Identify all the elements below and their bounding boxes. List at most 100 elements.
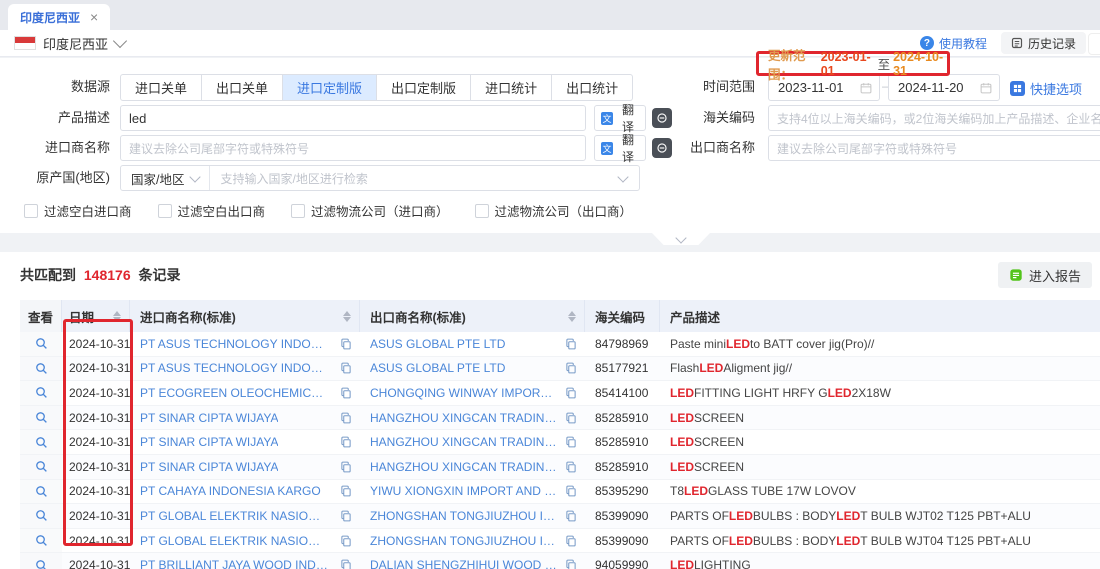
country-selector[interactable]: 印度尼西亚 <box>43 34 108 53</box>
copy-icon[interactable] <box>565 510 577 522</box>
importer-cell: PT GLOBAL ELEKTRIK NASIONAL <box>130 504 360 528</box>
view-magnifier-icon <box>35 436 48 449</box>
importer-link[interactable]: PT BRILLIANT JAYA WOOD INDUSTRY <box>140 558 328 569</box>
importer-link[interactable]: PT ECOGREEN OLEOCHEMICALS <box>140 386 328 400</box>
copy-icon[interactable] <box>565 412 577 424</box>
exporter-input[interactable] <box>768 135 1100 161</box>
date-start-input[interactable] <box>769 80 860 95</box>
importer-link[interactable]: PT SINAR CIPTA WIJAYA <box>140 460 278 474</box>
importer-link[interactable]: PT SINAR CIPTA WIJAYA <box>140 435 278 449</box>
data-source-option-1[interactable]: 出口关单 <box>202 74 283 101</box>
exporter-link[interactable]: YIWU XIONGXIN IMPORT AND EXPORT... <box>370 484 558 498</box>
data-source-option-2[interactable]: 进口定制版 <box>283 74 377 101</box>
checkbox-icon[interactable] <box>158 204 172 218</box>
view-button[interactable] <box>20 357 62 381</box>
importer-link[interactable]: PT ASUS TECHNOLOGY INDONESIA BA... <box>140 337 328 351</box>
exporter-link[interactable]: ZHONGSHAN TONGJIUZHOU INTERNA... <box>370 534 558 548</box>
importer-link[interactable]: PT CAHAYA INDONESIA KARGO <box>140 484 321 498</box>
view-button[interactable] <box>20 381 62 405</box>
copy-icon[interactable] <box>565 387 577 399</box>
view-button[interactable] <box>20 332 62 356</box>
copy-icon[interactable] <box>565 338 577 350</box>
view-button[interactable] <box>20 480 62 504</box>
checkbox-label: 过滤空白进口商 <box>44 201 132 220</box>
filter-checkbox-1[interactable]: 过滤空白出口商 <box>158 201 266 220</box>
view-button[interactable] <box>20 553 62 569</box>
history-button[interactable]: 历史记录 <box>1001 32 1086 54</box>
exporter-link[interactable]: HANGZHOU XINGCAN TRADING CO LTD <box>370 411 558 425</box>
translate-button-product[interactable]: 文 翻译 <box>594 105 646 131</box>
sort-icon[interactable] <box>343 311 351 322</box>
importer-input[interactable] <box>120 135 586 161</box>
checkbox-icon[interactable] <box>24 204 38 218</box>
tutorial-link[interactable]: ? 使用教程 <box>920 35 987 52</box>
filter-checkbox-0[interactable]: 过滤空白进口商 <box>24 201 132 220</box>
checkbox-icon[interactable] <box>475 204 489 218</box>
data-source-option-3[interactable]: 出口定制版 <box>377 74 471 101</box>
exporter-link[interactable]: CHONGQING WINWAY IMPORT AND E... <box>370 386 558 400</box>
copy-icon[interactable] <box>340 559 352 569</box>
col-header-date[interactable]: 日期 <box>62 300 130 332</box>
close-icon[interactable]: × <box>90 10 98 24</box>
col-header-importer[interactable]: 进口商名称(标准) <box>130 300 360 332</box>
copy-icon[interactable] <box>340 338 352 350</box>
checkbox-icon[interactable] <box>291 204 305 218</box>
data-source-option-0[interactable]: 进口关单 <box>120 74 202 101</box>
date-start-field[interactable] <box>768 74 880 101</box>
enter-report-button[interactable]: 进入报告 <box>998 262 1092 288</box>
importer-link[interactable]: PT GLOBAL ELEKTRIK NASIONAL <box>140 534 328 548</box>
date-end-field[interactable] <box>888 74 1000 101</box>
translate-button-importer[interactable]: 文 翻译 <box>594 135 646 161</box>
copy-icon[interactable] <box>340 436 352 448</box>
exporter-link[interactable]: ZHONGSHAN TONGJIUZHOU INTERNA... <box>370 509 558 523</box>
copy-icon[interactable] <box>340 362 352 374</box>
product-desc: LED SCREEN <box>660 455 1100 479</box>
quick-options-button[interactable]: 快捷选项 <box>1010 79 1082 98</box>
view-magnifier-icon <box>35 362 48 375</box>
view-button[interactable] <box>20 430 62 454</box>
copy-icon[interactable] <box>565 362 577 374</box>
copy-icon[interactable] <box>340 387 352 399</box>
view-button[interactable] <box>20 529 62 553</box>
copy-icon[interactable] <box>340 485 352 497</box>
data-source-option-5[interactable]: 出口统计 <box>552 74 633 101</box>
importer-link[interactable]: PT SINAR CIPTA WIJAYA <box>140 411 278 425</box>
exporter-link[interactable]: ASUS GLOBAL PTE LTD <box>370 361 505 375</box>
importer-link[interactable]: PT GLOBAL ELEKTRIK NASIONAL <box>140 509 328 523</box>
exporter-cell: HANGZHOU XINGCAN TRADING CO LTD <box>360 406 585 430</box>
copy-icon[interactable] <box>340 412 352 424</box>
product-desc-input[interactable] <box>120 105 586 131</box>
origin-country-select[interactable]: 国家/地区 <box>121 166 210 190</box>
data-source-option-4[interactable]: 进口统计 <box>471 74 552 101</box>
importer-link[interactable]: PT ASUS TECHNOLOGY INDONESIA BA... <box>140 361 328 375</box>
copy-icon[interactable] <box>565 461 577 473</box>
hs-code-input[interactable] <box>768 105 1100 131</box>
copy-icon[interactable] <box>340 461 352 473</box>
exporter-link[interactable]: HANGZHOU XINGCAN TRADING CO LTD <box>370 435 558 449</box>
view-button[interactable] <box>20 504 62 528</box>
copy-icon[interactable] <box>565 485 577 497</box>
row-date: 2024-10-31 <box>62 480 130 504</box>
col-header-exporter[interactable]: 出口商名称(标准) <box>360 300 585 332</box>
favorite-star-button[interactable]: ★ <box>1088 33 1100 55</box>
view-button[interactable] <box>20 406 62 430</box>
exporter-link[interactable]: ASUS GLOBAL PTE LTD <box>370 337 505 351</box>
filter-checkbox-3[interactable]: 过滤物流公司（出口商） <box>475 201 633 220</box>
copy-icon[interactable] <box>565 535 577 547</box>
exporter-link[interactable]: HANGZHOU XINGCAN TRADING CO LTD <box>370 460 558 474</box>
origin-country-field[interactable]: 国家/地区 支持输入国家/地区进行检索 <box>120 165 640 191</box>
copy-icon[interactable] <box>565 436 577 448</box>
sort-icon[interactable] <box>113 311 121 322</box>
date-end-input[interactable] <box>889 80 980 95</box>
collapse-form-handle[interactable] <box>652 233 710 245</box>
tab-indonesia[interactable]: 印度尼西亚 × <box>8 4 110 30</box>
view-button[interactable] <box>20 455 62 479</box>
copy-icon[interactable] <box>565 559 577 569</box>
exporter-link[interactable]: DALIAN SHENGZHIHUI WOOD INDUST... <box>370 558 558 569</box>
chevron-down-icon[interactable] <box>113 34 127 48</box>
filter-checkbox-2[interactable]: 过滤物流公司（进口商） <box>291 201 449 220</box>
copy-icon[interactable] <box>340 510 352 522</box>
sort-icon[interactable] <box>568 311 576 322</box>
copy-icon[interactable] <box>340 535 352 547</box>
hs-code: 85285910 <box>585 406 660 430</box>
